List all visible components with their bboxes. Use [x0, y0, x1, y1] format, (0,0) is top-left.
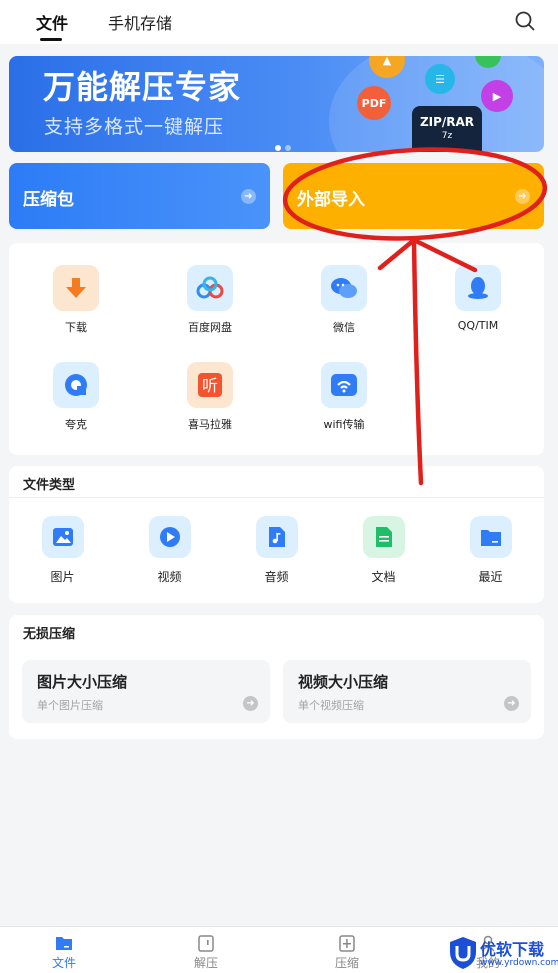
arrow-right-icon: ➜ — [504, 696, 519, 711]
file-type-images[interactable]: 图片 — [9, 516, 116, 585]
top-tab-bar: 文件 手机存储 — [0, 0, 558, 44]
wifi-icon — [321, 362, 367, 408]
banner-title: 万能解压专家 — [43, 68, 242, 106]
source-qq-tim[interactable]: QQ/TIM — [411, 265, 545, 332]
file-type-documents[interactable]: 文档 — [330, 516, 437, 585]
sources-card: 下载 百度网盘 微信 QQ/TIM 夸克 听 喜马拉雅 wifi传输 — [9, 243, 544, 455]
video-size-compress-button[interactable]: 视频大小压缩 单个视频压缩 ➜ — [283, 660, 531, 723]
play-bubble-icon: ▶ — [481, 80, 513, 112]
file-types-title: 文件类型 — [23, 478, 76, 493]
list-bubble-icon: ☰ — [425, 64, 455, 94]
watermark-brand: 优软下载 — [480, 940, 545, 959]
svg-text:听: 听 — [202, 376, 218, 395]
source-ximalaya[interactable]: 听 喜马拉雅 — [143, 362, 277, 432]
qq-icon — [455, 265, 501, 311]
lossless-compression-card: 无损压缩 图片大小压缩 单个图片压缩 ➜ 视频大小压缩 单个视频压缩 ➜ — [9, 615, 544, 739]
download-icon — [53, 265, 99, 311]
folder-icon — [34, 934, 94, 952]
watermark: 优软下载 www.yrdown.com — [446, 934, 558, 973]
search-icon[interactable] — [514, 10, 536, 32]
promo-banner[interactable]: 万能解压专家 支持多格式一键解压 PDF ▲ ☰ ▶ ZIP/RAR 7z — [9, 56, 544, 152]
image-size-compress-button[interactable]: 图片大小压缩 单个图片压缩 ➜ — [22, 660, 270, 723]
nav-files[interactable]: 文件 — [34, 934, 94, 971]
file-types-card: 文件类型 图片 视频 音频 文档 最近 — [9, 466, 544, 603]
external-import-label: 外部导入 — [297, 190, 365, 210]
recent-folder-icon — [469, 516, 512, 558]
compressed-packages-button[interactable]: 压缩包 ➜ — [9, 163, 270, 229]
file-type-recent[interactable]: 最近 — [437, 516, 544, 585]
watermark-url: www.yrdown.com — [480, 958, 558, 968]
wechat-icon — [321, 265, 367, 311]
baidu-netdisk-icon — [187, 265, 233, 311]
banner-pagination — [275, 136, 295, 152]
shield-logo-icon — [450, 937, 476, 969]
ximalaya-icon: 听 — [187, 362, 233, 408]
tab-phone-storage[interactable]: 手机存储 — [108, 10, 172, 34]
nav-compress[interactable]: 压缩 — [317, 934, 377, 971]
source-wechat[interactable]: 微信 — [277, 265, 411, 335]
divider — [9, 497, 544, 498]
lossless-title: 无损压缩 — [23, 627, 76, 642]
tab-files[interactable]: 文件 — [36, 10, 68, 34]
quark-icon — [53, 362, 99, 408]
source-baidu-netdisk[interactable]: 百度网盘 — [143, 265, 277, 335]
compressed-packages-label: 压缩包 — [23, 190, 74, 210]
source-download[interactable]: 下载 — [9, 265, 143, 335]
arrow-right-icon: ➜ — [515, 189, 530, 204]
extract-icon — [176, 934, 236, 952]
arrow-right-icon: ➜ — [243, 696, 258, 711]
file-type-videos[interactable]: 视频 — [116, 516, 223, 585]
nav-extract[interactable]: 解压 — [176, 934, 236, 971]
source-quark[interactable]: 夸克 — [9, 362, 143, 432]
active-tab-indicator — [40, 38, 62, 41]
external-import-button[interactable]: 外部导入 ➜ — [283, 163, 544, 229]
document-icon — [362, 516, 405, 558]
audio-icon — [255, 516, 298, 558]
image-icon — [41, 516, 84, 558]
zip-rar-card: ZIP/RAR 7z — [412, 106, 482, 152]
compress-icon — [317, 934, 377, 952]
pdf-bubble-icon: PDF — [357, 86, 391, 120]
file-type-audio[interactable]: 音频 — [223, 516, 330, 585]
video-icon — [148, 516, 191, 558]
banner-subtitle: 支持多格式一键解压 — [44, 116, 225, 138]
source-wifi-transfer[interactable]: wifi传输 — [277, 362, 411, 432]
arrow-right-icon: ➜ — [241, 189, 256, 204]
